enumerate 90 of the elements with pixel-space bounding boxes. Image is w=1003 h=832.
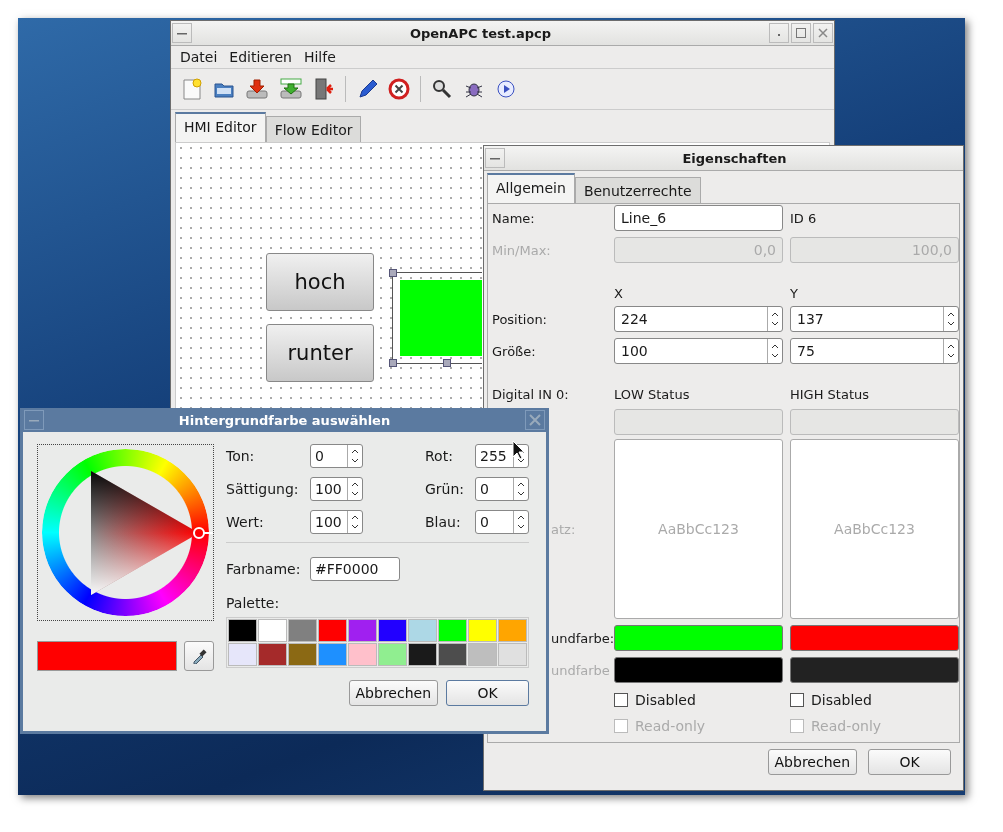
- spin-field[interactable]: 0: [310, 444, 363, 468]
- field-label: Min/Max:: [492, 241, 552, 260]
- hmi-button[interactable]: runter: [266, 324, 374, 382]
- spin-field[interactable]: 75: [790, 338, 959, 364]
- field-label: Ton:: [226, 447, 256, 466]
- hmi-button[interactable]: hoch: [266, 253, 374, 311]
- mouse-cursor-icon: [512, 440, 525, 460]
- maximize-icon[interactable]: [791, 23, 811, 43]
- spin-field[interactable]: 0: [475, 477, 529, 501]
- properties-tab[interactable]: Allgemein: [487, 173, 575, 203]
- palette-swatch[interactable]: [378, 643, 407, 666]
- palette-swatch[interactable]: [438, 619, 467, 642]
- column-header: LOW Status: [614, 385, 691, 403]
- editor-tab[interactable]: HMI Editor: [175, 112, 266, 142]
- spin-field[interactable]: 224: [614, 306, 783, 332]
- canvas-element[interactable]: [392, 272, 482, 364]
- download-icon[interactable]: [245, 78, 269, 100]
- palette-swatch[interactable]: [378, 619, 407, 642]
- field-label: Wert:: [226, 513, 265, 532]
- field-label: Farbname:: [226, 560, 302, 579]
- field-label: Blau:: [424, 513, 462, 532]
- spin-field[interactable]: 0: [475, 510, 529, 534]
- window-menu-icon[interactable]: [172, 23, 192, 43]
- dialog-button[interactable]: Abbrechen: [767, 749, 857, 775]
- dialog-button[interactable]: OK: [446, 680, 529, 706]
- palette-swatch[interactable]: [258, 643, 287, 666]
- field-label: undfarbe: [551, 662, 610, 678]
- properties-tab[interactable]: Benutzerrechte: [574, 177, 701, 203]
- palette-swatch[interactable]: [348, 619, 377, 642]
- window-menu-icon[interactable]: [485, 148, 505, 168]
- palette-swatch[interactable]: [288, 619, 317, 642]
- field-label: Grün:: [424, 480, 466, 499]
- checkbox[interactable]: Disabled: [614, 689, 783, 711]
- menu-item[interactable]: Datei: [175, 49, 223, 65]
- palette-swatch[interactable]: [318, 619, 347, 642]
- palette-swatch[interactable]: [438, 643, 467, 666]
- palette-swatch[interactable]: [468, 643, 497, 666]
- status-field[interactable]: [790, 409, 959, 435]
- editor-tab[interactable]: Flow Editor: [265, 116, 362, 142]
- status-field[interactable]: [614, 409, 783, 435]
- cancel-icon[interactable]: [388, 78, 410, 100]
- checkbox[interactable]: Disabled: [790, 689, 959, 711]
- palette-swatch[interactable]: [318, 643, 347, 666]
- field-label: Sättigung:: [226, 480, 300, 499]
- palette-swatch[interactable]: [408, 643, 437, 666]
- import-icon[interactable]: [279, 78, 303, 100]
- name-field[interactable]: Line_6: [614, 205, 783, 231]
- palette-swatch[interactable]: [228, 643, 257, 666]
- field-label: Position:: [492, 310, 548, 329]
- dialog-title: Hintergrundfarbe auswählen: [177, 412, 392, 428]
- palette-swatch[interactable]: [408, 619, 437, 642]
- menu-item[interactable]: Editieren: [224, 49, 297, 65]
- spin-field[interactable]: 100: [310, 477, 363, 501]
- palette-swatch[interactable]: [498, 619, 527, 642]
- spin-field[interactable]: 100: [310, 510, 363, 534]
- column-header: X: [614, 286, 624, 300]
- window-title: OpenAPC test.apcp: [408, 25, 553, 41]
- palette-swatch[interactable]: [348, 643, 377, 666]
- spin-field[interactable]: 100: [614, 338, 783, 364]
- search-icon[interactable]: [431, 78, 453, 100]
- color-button[interactable]: [614, 625, 783, 651]
- close-icon[interactable]: [813, 23, 833, 43]
- palette-swatch[interactable]: [228, 619, 257, 642]
- palette-swatch[interactable]: [468, 619, 497, 642]
- column-header: Y: [790, 286, 799, 300]
- menu-item[interactable]: Hilfe: [298, 49, 341, 65]
- field-label: undfarbe:: [551, 630, 615, 646]
- pencil-icon[interactable]: [356, 78, 378, 100]
- color-wheel-drawing[interactable]: [37, 444, 214, 621]
- field-label: atz:: [551, 521, 576, 537]
- field-label: Digital IN 0:: [492, 385, 570, 403]
- id-label: ID 6: [790, 209, 818, 228]
- column-header: HIGH Status: [790, 385, 870, 403]
- palette-swatch[interactable]: [288, 643, 317, 666]
- spin-field[interactable]: 137: [790, 306, 959, 332]
- spin-field[interactable]: 255: [475, 444, 529, 468]
- palette-swatch[interactable]: [498, 643, 527, 666]
- palette-label: Palette:: [226, 595, 281, 611]
- field-label: Rot:: [424, 447, 454, 466]
- color-button[interactable]: [790, 625, 959, 651]
- exit-door-icon[interactable]: [313, 77, 335, 101]
- play-icon[interactable]: [495, 78, 517, 100]
- field-label: Größe:: [492, 342, 537, 361]
- field-label: Name:: [492, 209, 536, 228]
- palette-swatch[interactable]: [258, 619, 287, 642]
- dialog-button[interactable]: OK: [868, 749, 951, 775]
- eyedropper-icon[interactable]: [184, 641, 214, 671]
- window-title: Eigenschaften: [681, 150, 788, 166]
- dialog-button[interactable]: Abbrechen: [348, 680, 438, 706]
- color-name-field[interactable]: #FF0000: [310, 557, 400, 581]
